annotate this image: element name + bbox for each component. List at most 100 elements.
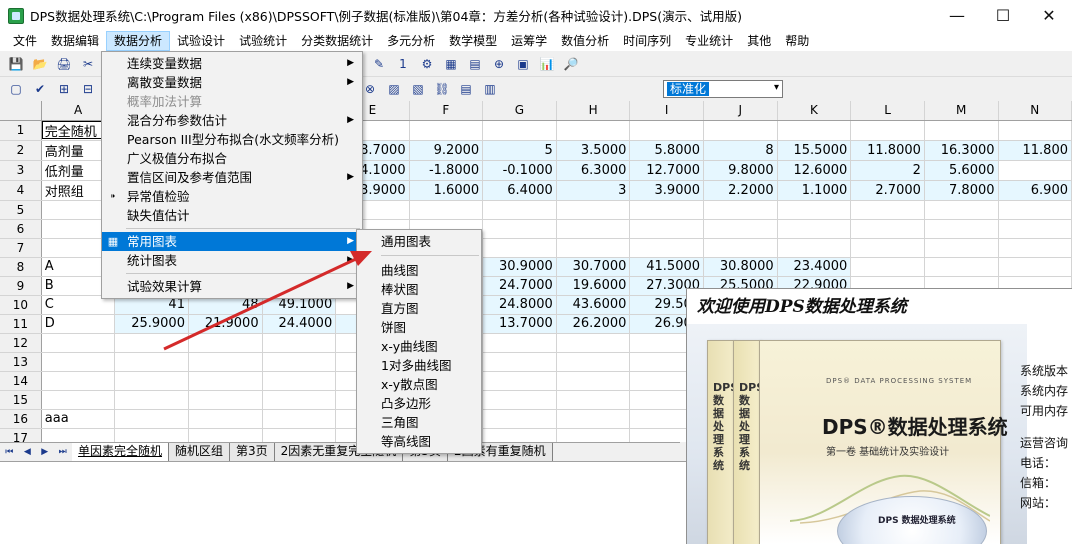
grid-cell[interactable]: 9.8000	[703, 160, 778, 181]
grid-cell[interactable]	[114, 371, 189, 391]
grid-cell[interactable]: 11.8000	[850, 140, 925, 161]
grid-cell[interactable]	[998, 219, 1072, 239]
grid-cell[interactable]	[188, 352, 263, 372]
column-header[interactable]: F	[409, 101, 484, 121]
grid-cell[interactable]: 6.3000	[556, 160, 631, 181]
toolbar2-icon-3[interactable]: ⊞	[55, 80, 73, 98]
toolbar-icon-21[interactable]: ▣	[514, 55, 532, 73]
row-header[interactable]: 12	[0, 333, 42, 353]
menu-3[interactable]: 数据分析	[106, 31, 171, 51]
row-header[interactable]: 7	[0, 238, 42, 258]
grid-cell[interactable]	[188, 428, 263, 442]
grid-cell[interactable]	[629, 238, 705, 258]
row-header[interactable]: 10	[0, 295, 42, 315]
grid-cell[interactable]	[556, 390, 631, 410]
row-header[interactable]: 15	[0, 390, 42, 410]
submenu-item[interactable]: 三角图	[357, 413, 481, 432]
menu-5[interactable]: 试验统计	[232, 31, 294, 51]
grid-cell[interactable]	[556, 200, 631, 220]
submenu-item[interactable]: x-y散点图	[357, 375, 481, 394]
grid-cell[interactable]: 24.8000	[482, 295, 557, 315]
toolbar-icon-16[interactable]: 1	[394, 55, 412, 73]
grid-cell[interactable]: 3.5000	[556, 140, 631, 161]
grid-cell[interactable]	[998, 160, 1072, 181]
toolbar-icon-17[interactable]: ⚙	[418, 55, 436, 73]
toolbar-icon-1[interactable]: 💾	[7, 55, 25, 73]
grid-cell[interactable]	[188, 409, 263, 429]
grid-cell[interactable]	[482, 219, 557, 239]
submenu-item[interactable]: 等高线图	[357, 432, 481, 451]
grid-cell[interactable]: 26.2000	[556, 314, 631, 334]
grid-cell[interactable]: 41.5000	[629, 257, 705, 277]
grid-cell[interactable]	[777, 200, 852, 220]
toolbar2-icon-19[interactable]: ▤	[457, 80, 475, 98]
grid-cell[interactable]: 3	[556, 180, 631, 201]
column-header[interactable]: G	[482, 101, 557, 121]
grid-cell[interactable]	[850, 238, 925, 258]
grid-cell[interactable]	[482, 120, 557, 141]
toolbar-icon-23[interactable]: 🔎	[562, 55, 580, 73]
grid-cell[interactable]	[556, 219, 631, 239]
grid-cell[interactable]	[409, 200, 484, 220]
grid-cell[interactable]	[556, 371, 631, 391]
grid-cell[interactable]	[924, 200, 999, 220]
grid-cell[interactable]	[556, 428, 631, 442]
menu-9[interactable]: 运筹学	[504, 31, 554, 51]
row-header[interactable]: 1	[0, 120, 42, 141]
transform-combo[interactable]: 标准化 ▾	[663, 80, 783, 98]
toolbar2-icon-15[interactable]: ⊗	[361, 80, 379, 98]
toolbar2-icon-18[interactable]: ⛓	[433, 80, 451, 98]
grid-cell[interactable]: 2	[850, 160, 925, 181]
grid-cell[interactable]	[629, 120, 705, 141]
grid-cell[interactable]: 1.6000	[409, 180, 484, 201]
grid-cell[interactable]	[482, 371, 557, 391]
close-button[interactable]: ✕	[1026, 0, 1072, 31]
grid-cell[interactable]	[777, 120, 852, 141]
grid-cell[interactable]	[262, 409, 337, 429]
submenu-item[interactable]: 饼图	[357, 318, 481, 337]
menu-1[interactable]: 文件	[6, 31, 44, 51]
toolbar-icon-22[interactable]: 📊	[538, 55, 556, 73]
grid-cell[interactable]	[262, 371, 337, 391]
menu-item-common-charts[interactable]: ▦ 常用图表 ▶	[102, 232, 362, 251]
grid-cell[interactable]	[262, 428, 337, 442]
grid-cell[interactable]: 1.1000	[777, 180, 852, 201]
grid-cell[interactable]	[850, 257, 925, 277]
grid-cell[interactable]	[556, 352, 631, 372]
menu-item[interactable]: 置信区间及参考值范围 ▶	[102, 168, 362, 187]
row-header[interactable]: 4	[0, 180, 42, 201]
toolbar2-icon-2[interactable]: ✔	[31, 80, 49, 98]
row-header[interactable]: 17	[0, 428, 42, 442]
grid-cell[interactable]	[703, 120, 778, 141]
grid-cell[interactable]	[703, 219, 778, 239]
grid-cell[interactable]	[41, 352, 116, 372]
grid-cell[interactable]: -0.1000	[482, 160, 557, 181]
grid-cell[interactable]	[114, 352, 189, 372]
toolbar-icon-19[interactable]: ▤	[466, 55, 484, 73]
menu-4[interactable]: 试验设计	[170, 31, 232, 51]
grid-cell[interactable]: 2.7000	[850, 180, 925, 201]
submenu-item[interactable]: x-y曲线图	[357, 337, 481, 356]
grid-cell[interactable]: 30.9000	[482, 257, 557, 277]
grid-cell[interactable]	[998, 257, 1072, 277]
toolbar-icon-15[interactable]: ✎	[370, 55, 388, 73]
column-header[interactable]: I	[629, 101, 705, 121]
menu-item-effect-calc[interactable]: 试验效果计算 ▶	[102, 277, 362, 296]
submenu-item[interactable]: 棒状图	[357, 280, 481, 299]
menu-10[interactable]: 数值分析	[554, 31, 616, 51]
grid-cell[interactable]	[41, 428, 116, 442]
grid-cell[interactable]	[188, 371, 263, 391]
grid-cell[interactable]: 30.8000	[703, 257, 778, 277]
grid-cell[interactable]: 5	[482, 140, 557, 161]
grid-cell[interactable]: 16.3000	[924, 140, 999, 161]
grid-cell[interactable]: 19.6000	[556, 276, 631, 296]
row-header[interactable]: 11	[0, 314, 42, 334]
grid-cell[interactable]: 8	[703, 140, 778, 161]
menu-item[interactable]: 缺失值估计	[102, 206, 362, 225]
toolbar2-icon-20[interactable]: ▥	[481, 80, 499, 98]
menu-item[interactable]: ⁍ 异常值检验	[102, 187, 362, 206]
row-header[interactable]: 14	[0, 371, 42, 391]
grid-cell[interactable]	[114, 390, 189, 410]
grid-cell[interactable]: 6.4000	[482, 180, 557, 201]
sheet-nav-button[interactable]: ⏮	[5, 447, 13, 457]
